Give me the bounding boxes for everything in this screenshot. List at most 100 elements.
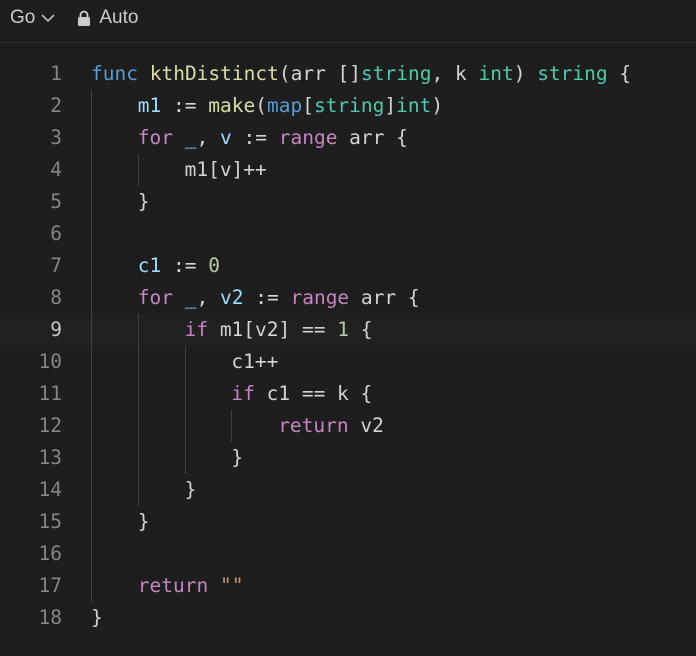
- indent-guide: [91, 378, 92, 410]
- code-token: {: [348, 318, 373, 341]
- code-line[interactable]: 10 c1++: [0, 346, 696, 378]
- code-line[interactable]: 5}: [0, 186, 696, 218]
- code-line[interactable]: 15}: [0, 506, 696, 538]
- code-text: if m1[v2] == 1 {: [185, 314, 373, 346]
- line-number: 6: [50, 222, 62, 245]
- code-token: arr {: [349, 286, 420, 309]
- code-text: func kthDistinct(arr []string, k int) st…: [91, 58, 631, 90]
- code-line[interactable]: 12 return v2: [0, 410, 696, 442]
- indent-guide: [137, 442, 139, 474]
- code-token: string: [313, 94, 385, 117]
- code-token: for: [137, 126, 174, 149]
- line-number: 13: [38, 446, 62, 469]
- line-number: 11: [38, 382, 62, 405]
- line-number: 16: [38, 542, 62, 565]
- code-line[interactable]: 11 if c1 == k {: [0, 378, 696, 410]
- line-number: 2: [50, 94, 62, 117]
- code-line[interactable]: 7 c1 := 0: [0, 250, 696, 282]
- code-token: ): [431, 94, 444, 117]
- indent-guide: [184, 346, 186, 378]
- code-text: if c1 == k {: [231, 378, 372, 410]
- code-token: ,: [196, 126, 221, 149]
- line-number: 14: [38, 478, 62, 501]
- code-token: }: [184, 478, 197, 501]
- code-token: if: [231, 382, 255, 405]
- code-text: }: [138, 186, 150, 218]
- code-token: v: [220, 126, 232, 149]
- line-number: 18: [38, 606, 62, 629]
- chevron-down-icon: [41, 14, 55, 23]
- code-token: }: [231, 446, 244, 469]
- indent-guide: [91, 122, 92, 154]
- indent-guide: [137, 474, 139, 506]
- code-token: 0: [208, 254, 220, 277]
- auto-mode-indicator[interactable]: Auto: [77, 7, 138, 29]
- editor-toolbar: Go Auto: [0, 0, 696, 36]
- code-token: "": [220, 574, 244, 597]
- code-token: return: [278, 414, 349, 437]
- line-number: 12: [38, 414, 62, 437]
- code-token: string: [361, 62, 432, 85]
- mode-label: Auto: [99, 7, 139, 28]
- code-line[interactable]: 13}: [0, 442, 696, 474]
- line-number: 1: [50, 62, 62, 85]
- code-line[interactable]: 6: [0, 218, 696, 250]
- toolbar-divider: [0, 42, 696, 43]
- code-token: m1: [137, 94, 162, 117]
- language-selector[interactable]: Go: [10, 7, 55, 29]
- code-line[interactable]: 14}: [0, 474, 696, 506]
- code-line[interactable]: 17 return "": [0, 570, 696, 602]
- code-token: ): [513, 62, 538, 85]
- code-line[interactable]: 8 for _, v2 := range arr {: [0, 282, 696, 314]
- code-token: int: [478, 62, 514, 85]
- indent-guide: [91, 442, 92, 474]
- code-token: m1[v]++: [184, 158, 267, 181]
- code-token: func: [91, 62, 138, 85]
- code-text: for _, v := range arr {: [138, 122, 408, 154]
- code-line[interactable]: 1 func kthDistinct(arr []string, k int) s…: [0, 58, 696, 90]
- indent-guide: [91, 186, 92, 218]
- code-text: return v2: [278, 410, 384, 442]
- code-text: }: [91, 602, 103, 634]
- code-token: range: [290, 286, 350, 309]
- indent-guide: [137, 314, 139, 346]
- code-text: }: [138, 506, 150, 538]
- code-token: , k: [431, 62, 479, 85]
- code-token: (: [255, 94, 267, 117]
- indent-guide: [91, 474, 92, 506]
- code-token: }: [137, 190, 150, 213]
- code-token: _: [184, 126, 197, 149]
- code-line[interactable]: 2 m1 := make(map[string]int): [0, 90, 696, 122]
- code-token: [: [302, 94, 314, 117]
- indent-guide: [91, 538, 92, 570]
- code-token: v2: [220, 286, 244, 309]
- line-number: 5: [50, 190, 62, 213]
- language-label: Go: [10, 7, 36, 28]
- code-text: }: [231, 442, 243, 474]
- line-number: 4: [50, 158, 62, 181]
- code-token: range: [278, 126, 338, 149]
- code-text: for _, v2 := range arr {: [138, 282, 420, 314]
- code-line[interactable]: 3 for _, v := range arr {: [0, 122, 696, 154]
- code-line[interactable]: 4 m1[v]++: [0, 154, 696, 186]
- code-token: v2: [348, 414, 384, 437]
- code-token: (arr []: [278, 62, 362, 85]
- indent-guide: [91, 90, 92, 122]
- code-token: :=: [161, 254, 209, 277]
- code-token: c1++: [231, 350, 279, 373]
- line-number: 7: [50, 254, 62, 277]
- indent-guide: [91, 314, 92, 346]
- code-editor[interactable]: 1 func kthDistinct(arr []string, k int) s…: [0, 58, 696, 634]
- code-line[interactable]: 9 if m1[v2] == 1 {: [0, 314, 696, 346]
- code-token: kthDistinct: [149, 62, 279, 85]
- code-text: c1++: [231, 346, 278, 378]
- line-number: 15: [38, 510, 62, 533]
- code-token: if: [184, 318, 209, 341]
- code-token: int: [396, 94, 432, 117]
- code-token: string: [537, 62, 608, 85]
- code-line[interactable]: 16: [0, 538, 696, 570]
- code-line[interactable]: 18}: [0, 602, 696, 634]
- lock-icon: [78, 10, 91, 26]
- indent-guide: [91, 154, 92, 186]
